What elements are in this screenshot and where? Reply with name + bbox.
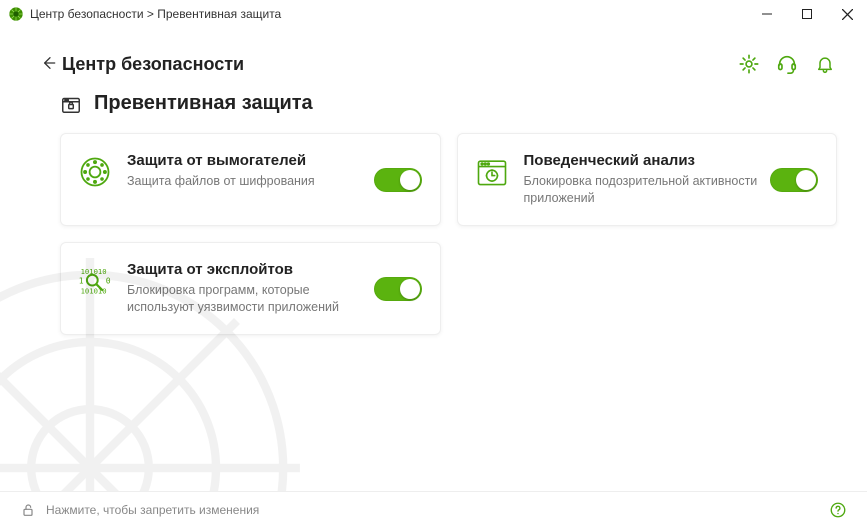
svg-text:0: 0	[106, 275, 111, 285]
behavioral-analysis-icon	[474, 154, 510, 190]
card-behavioral[interactable]: Поведенческий анализ Блокировка подозрит…	[457, 133, 838, 226]
card-exploit[interactable]: 101010 101010 1 0 Защита от эксплойтов Б…	[60, 242, 441, 335]
card-exploit-desc: Блокировка программ, которые используют …	[127, 282, 364, 316]
window-maximize-button[interactable]	[787, 0, 827, 28]
card-behavioral-title: Поведенческий анализ	[524, 152, 761, 169]
card-ransomware-title: Защита от вымогателей	[127, 152, 364, 169]
footer-bar: Нажмите, чтобы запретить изменения	[0, 491, 867, 527]
exploit-protection-icon: 101010 101010 1 0	[77, 263, 113, 299]
settings-gear-icon[interactable]	[737, 52, 761, 76]
window-minimize-button[interactable]	[747, 0, 787, 28]
window-titlebar: Центр безопасности > Превентивная защита	[0, 0, 867, 28]
support-headset-icon[interactable]	[775, 52, 799, 76]
section-heading: Превентивная защита	[0, 86, 867, 133]
window-close-button[interactable]	[827, 0, 867, 28]
breadcrumb-back-label[interactable]: Центр безопасности	[62, 54, 244, 75]
section-title-text: Превентивная защита	[94, 92, 313, 115]
cards-grid: Защита от вымогателей Защита файлов от ш…	[0, 133, 867, 335]
ransomware-shield-icon	[77, 154, 113, 190]
window-title: Центр безопасности > Превентивная защита	[30, 7, 281, 21]
card-behavioral-desc: Блокировка подозрительной активности при…	[524, 173, 761, 207]
lock-open-icon[interactable]	[20, 502, 36, 518]
card-ransomware[interactable]: Защита от вымогателей Защита файлов от ш…	[60, 133, 441, 226]
help-icon[interactable]	[829, 501, 847, 519]
footer-hint[interactable]: Нажмите, чтобы запретить изменения	[46, 503, 259, 517]
toggle-behavioral[interactable]	[770, 168, 818, 192]
back-arrow-icon[interactable]	[40, 55, 56, 74]
card-exploit-title: Защита от эксплойтов	[127, 261, 364, 278]
svg-text:1: 1	[79, 275, 84, 285]
preventive-protection-icon	[60, 93, 82, 115]
app-logo-icon	[8, 6, 24, 22]
card-ransomware-desc: Защита файлов от шифрования	[127, 173, 364, 190]
page-header: Центр безопасности	[0, 28, 867, 86]
toggle-ransomware[interactable]	[374, 168, 422, 192]
toggle-exploit[interactable]	[374, 277, 422, 301]
notifications-bell-icon[interactable]	[813, 52, 837, 76]
svg-text:101010: 101010	[81, 286, 107, 295]
